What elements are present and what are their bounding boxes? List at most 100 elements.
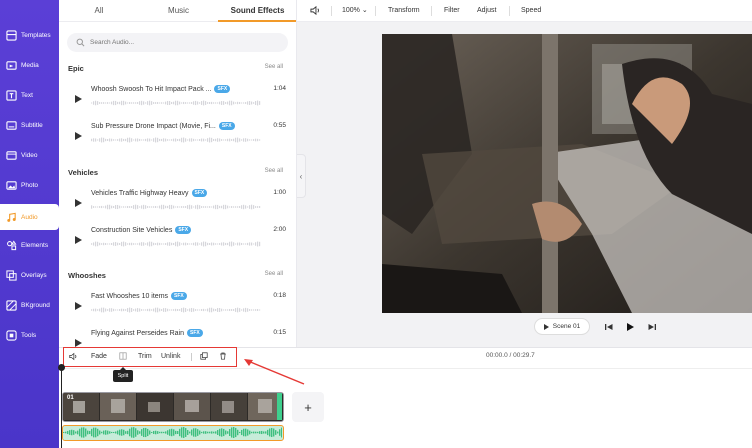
sidebar-item-label: Audio bbox=[21, 213, 38, 221]
play-icon[interactable] bbox=[75, 236, 82, 244]
sidebar-item-label: Tools bbox=[21, 331, 37, 339]
chevron-left-icon: ‹ bbox=[299, 171, 303, 181]
split-button[interactable] bbox=[119, 348, 127, 365]
sidebar-item-media[interactable]: Media bbox=[0, 52, 59, 78]
scene-label: Scene 01 bbox=[552, 323, 581, 330]
photo-icon bbox=[6, 180, 17, 191]
play-scene-button[interactable]: Scene 01 bbox=[534, 318, 590, 335]
text-icon bbox=[6, 89, 17, 101]
see-all-whooshes-link[interactable]: See all bbox=[265, 271, 283, 277]
sfx-badge: SFX bbox=[214, 85, 231, 93]
sidebar-item-subtitle[interactable]: Subtitle bbox=[0, 112, 59, 138]
list-item[interactable]: Whoosh Swoosh To Hit Impact Pack ... SFX … bbox=[71, 83, 286, 113]
search-icon bbox=[76, 38, 85, 47]
video-preview[interactable] bbox=[382, 34, 752, 313]
track-duration: 1:04 bbox=[273, 85, 286, 92]
see-all-vehicles-link[interactable]: See all bbox=[265, 168, 283, 174]
list-item[interactable]: Fast Whooshes 10 items SFX 0:18 bbox=[71, 290, 286, 320]
sidebar-item-label: Text bbox=[21, 91, 33, 99]
audio-waveform bbox=[63, 427, 282, 438]
sfx-badge: SFX bbox=[171, 292, 187, 300]
video-frame-image bbox=[382, 34, 752, 313]
video-clip-track[interactable]: 01 bbox=[62, 392, 284, 422]
tab-music[interactable]: Music bbox=[139, 0, 218, 22]
list-item[interactable]: Vehicles Traffic Highway Heavy SFX 1:00 bbox=[71, 187, 286, 217]
sidebar-item-overlays[interactable]: Overlays bbox=[0, 262, 59, 288]
play-button[interactable] bbox=[624, 321, 636, 333]
sidebar-item-label: Elements bbox=[21, 241, 49, 249]
play-icon bbox=[627, 323, 634, 331]
waveform bbox=[91, 100, 261, 106]
tools-icon bbox=[6, 329, 17, 341]
sidebar-item-templates[interactable]: Templates bbox=[0, 22, 59, 48]
section-title-whooshes: Whooshes bbox=[68, 271, 106, 280]
time-readout: 00:00.0 / 00:29.7 bbox=[486, 352, 535, 359]
sidebar-item-label: BKground bbox=[21, 301, 50, 309]
transform-button[interactable]: Transform bbox=[388, 0, 420, 22]
track-duration: 0:18 bbox=[273, 292, 286, 299]
play-icon bbox=[543, 323, 549, 330]
fade-button[interactable]: Fade bbox=[91, 348, 107, 365]
playhead-handle[interactable] bbox=[58, 364, 65, 371]
sidebar-item-label: Subtitle bbox=[21, 121, 43, 129]
sidebar-item-bkground[interactable]: BKground bbox=[0, 292, 59, 318]
video-thumbnails bbox=[63, 393, 282, 420]
next-scene-button[interactable] bbox=[646, 321, 658, 333]
track-duration: 1:00 bbox=[273, 189, 286, 196]
list-item[interactable]: Sub Pressure Drone Impact (Movie, Fi... S… bbox=[71, 120, 286, 150]
background-icon bbox=[6, 299, 17, 311]
tab-sound-effects[interactable]: Sound Effects bbox=[218, 0, 296, 22]
play-icon[interactable] bbox=[75, 302, 82, 310]
filter-button[interactable]: Filter bbox=[444, 0, 460, 22]
list-item[interactable]: Construction Site Vehicles SFX 2:00 bbox=[71, 224, 286, 254]
skip-forward-icon bbox=[648, 324, 656, 330]
search-input[interactable] bbox=[90, 39, 270, 46]
duplicate-button[interactable] bbox=[200, 348, 208, 365]
sidebar-item-text[interactable]: Text bbox=[0, 82, 59, 108]
track-duration: 2:00 bbox=[273, 226, 286, 233]
play-icon[interactable] bbox=[75, 339, 82, 347]
speed-button[interactable]: Speed bbox=[521, 0, 541, 22]
delete-button[interactable] bbox=[219, 348, 227, 365]
plus-icon: + bbox=[304, 399, 312, 415]
sfx-badge: SFX bbox=[191, 189, 208, 197]
search-bar[interactable] bbox=[67, 33, 288, 52]
previous-scene-button[interactable] bbox=[603, 321, 615, 333]
zoom-dropdown[interactable]: 100% ⌄ bbox=[342, 0, 368, 22]
trim-button[interactable]: Trim bbox=[138, 348, 152, 365]
annotation-arrow bbox=[244, 359, 305, 385]
timeline-ruler bbox=[59, 368, 752, 369]
section-title-epic: Epic bbox=[68, 64, 84, 73]
video-icon bbox=[6, 150, 17, 161]
track-duration: 0:55 bbox=[273, 122, 286, 129]
adjust-button[interactable]: Adjust bbox=[477, 0, 496, 22]
add-clip-button[interactable]: + bbox=[292, 392, 324, 422]
sidebar-item-label: Photo bbox=[21, 181, 38, 189]
left-sidebar: Templates Media Text Subtitle Video Phot… bbox=[0, 0, 59, 448]
sidebar-item-video[interactable]: Video bbox=[0, 142, 59, 168]
speaker-icon bbox=[310, 5, 319, 15]
list-item[interactable]: Flying Against Perseides Rain SFX 0:15 bbox=[71, 327, 286, 347]
speaker-icon bbox=[69, 352, 77, 360]
library-tabs: All Music Sound Effects bbox=[59, 0, 296, 22]
audio-clip-track[interactable] bbox=[62, 425, 284, 441]
sidebar-item-tools[interactable]: Tools bbox=[0, 322, 59, 348]
playhead[interactable] bbox=[61, 366, 62, 448]
collapse-panel-button[interactable]: ‹ bbox=[297, 154, 306, 198]
sidebar-item-elements[interactable]: Elements bbox=[0, 232, 59, 258]
clip-volume-button[interactable] bbox=[69, 348, 78, 365]
elements-icon bbox=[6, 240, 17, 251]
sidebar-item-photo[interactable]: Photo bbox=[0, 172, 59, 198]
unlink-button[interactable]: Unlink bbox=[161, 348, 180, 365]
play-icon[interactable] bbox=[75, 132, 82, 140]
play-icon[interactable] bbox=[75, 199, 82, 207]
track-name: Whoosh Swoosh To Hit Impact Pack ... bbox=[91, 86, 212, 93]
play-icon[interactable] bbox=[75, 95, 82, 103]
waveform bbox=[91, 307, 261, 313]
clip-number-label: 01 bbox=[67, 395, 74, 401]
tab-all[interactable]: All bbox=[59, 0, 139, 22]
see-all-epic-link[interactable]: See all bbox=[265, 64, 283, 70]
sidebar-item-audio[interactable]: Audio bbox=[0, 204, 59, 230]
volume-button[interactable] bbox=[310, 0, 321, 22]
track-duration: 0:15 bbox=[273, 329, 286, 336]
